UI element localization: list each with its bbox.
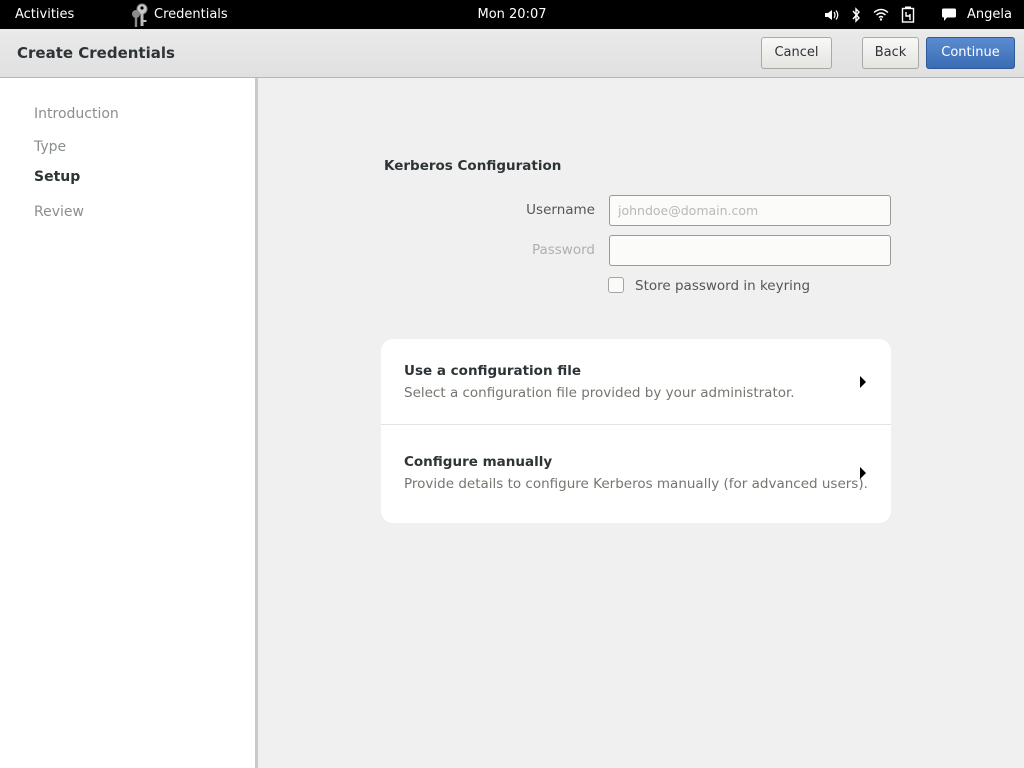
option-title: Configure manually (404, 454, 553, 470)
back-button[interactable]: Back (862, 37, 919, 69)
wifi-icon[interactable] (873, 8, 889, 21)
section-title: Kerberos Configuration (384, 158, 562, 174)
chat-icon[interactable] (941, 8, 957, 22)
step-introduction: Introduction (34, 106, 119, 122)
continue-button[interactable]: Continue (926, 37, 1015, 69)
configure-manually-option[interactable]: Configure manually Provide details to co… (381, 425, 891, 523)
app-name: Credentials (154, 7, 228, 22)
system-tray[interactable]: Angela (812, 0, 1012, 29)
top-bar: Activities Credentials Mon 20:07 Angela (0, 0, 1024, 29)
header-bar: Create Credentials Cancel Back Continue (0, 29, 1024, 78)
keys-icon (132, 3, 148, 27)
password-label: Password (531, 242, 595, 258)
configuration-options: Use a configuration file Select a config… (381, 339, 891, 523)
steps-sidebar: Introduction Type Setup Review (0, 78, 258, 768)
activities-button[interactable]: Activities (15, 7, 74, 22)
app-menu[interactable]: Credentials (130, 0, 228, 29)
store-password-label[interactable]: Store password in keyring (635, 278, 810, 294)
option-description: Provide details to configure Kerberos ma… (404, 476, 868, 492)
cancel-button[interactable]: Cancel (761, 37, 832, 69)
arrow-right-icon (860, 467, 866, 479)
username-label: Username (526, 202, 595, 218)
option-title: Use a configuration file (404, 363, 582, 379)
password-input[interactable] (609, 235, 891, 266)
step-setup: Setup (34, 169, 81, 185)
arrow-right-icon (860, 376, 866, 388)
bluetooth-icon[interactable] (851, 6, 861, 23)
step-type: Type (34, 139, 67, 155)
option-description: Select a configuration file provided by … (404, 385, 795, 401)
username-input[interactable] (609, 195, 891, 226)
battery-icon[interactable] (901, 6, 915, 23)
step-review: Review (34, 204, 84, 220)
window-title: Create Credentials (17, 44, 175, 62)
store-password-checkbox[interactable] (608, 277, 624, 293)
user-menu[interactable]: Angela (967, 7, 1012, 22)
volume-icon[interactable] (824, 8, 839, 22)
use-config-file-option[interactable]: Use a configuration file Select a config… (381, 339, 891, 425)
